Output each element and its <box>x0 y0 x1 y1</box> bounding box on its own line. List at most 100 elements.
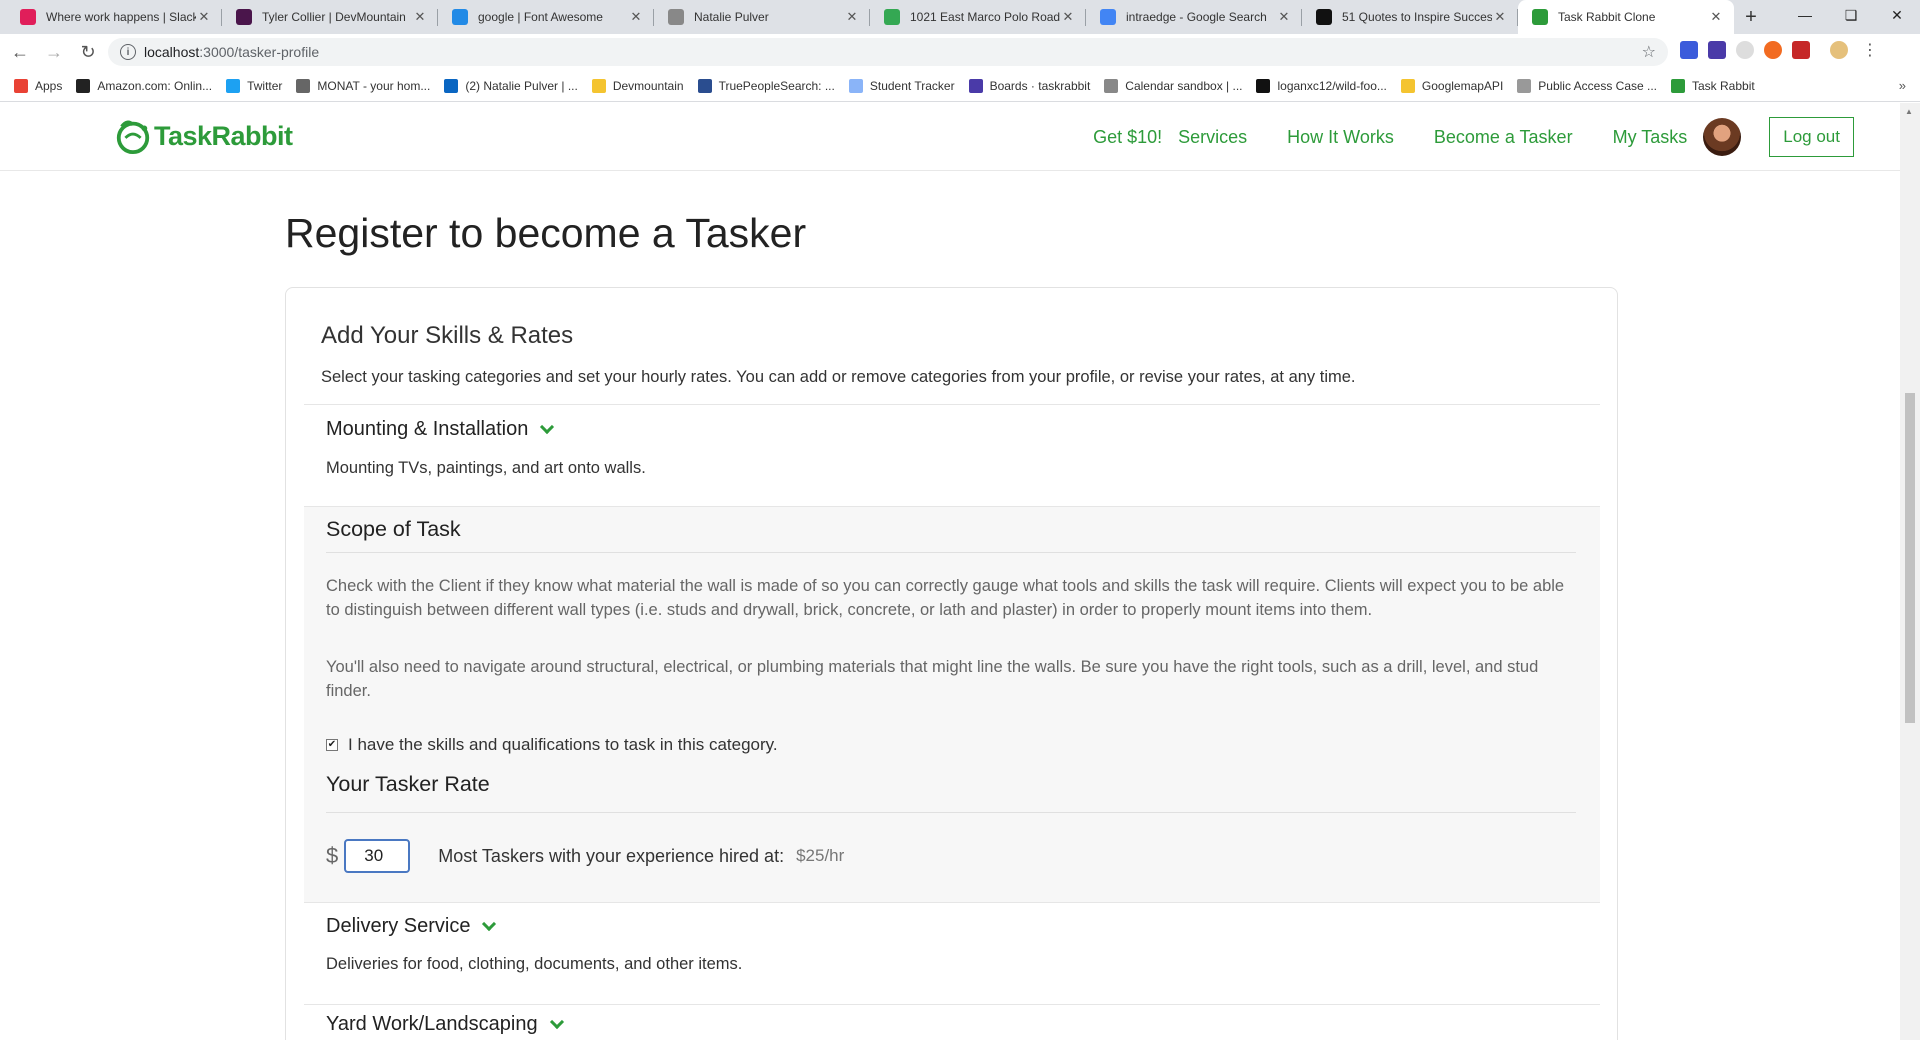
category-title: Delivery Service <box>326 915 471 937</box>
bookmark-item[interactable]: Twitter <box>226 78 282 93</box>
site-header: TaskRabbit Get $10! Services How It Work… <box>0 103 1900 171</box>
checkbox-label: I have the skills and qualifications to … <box>348 735 778 754</box>
bookmark-item[interactable]: Devmountain <box>591 78 684 93</box>
forward-icon[interactable]: → <box>40 38 68 66</box>
bookmark-item[interactable]: Amazon.com: Onlin... <box>76 78 212 93</box>
extension-ghost-icon[interactable] <box>1736 41 1754 59</box>
site-info-icon[interactable]: i <box>120 44 136 60</box>
browser-tab[interactable]: Where work happens | Slack ✕ <box>6 0 222 34</box>
bookmark-item[interactable]: Calendar sandbox | ... <box>1104 78 1242 93</box>
browser-tab[interactable]: Tyler Collier | DevMountain ✕ <box>222 0 438 34</box>
browser-tab[interactable]: Task Rabbit Clone ✕ <box>1518 0 1734 34</box>
rate-row: $ Most Taskers with your experience hire… <box>326 839 844 873</box>
skills-checkbox-row[interactable]: ✔ I have the skills and qualifications t… <box>326 735 778 755</box>
minimize-icon[interactable]: — <box>1782 0 1828 30</box>
bookmark-icon <box>1400 78 1415 93</box>
skills-checkbox[interactable]: ✔ <box>326 739 338 751</box>
page-viewport: TaskRabbit Get $10! Services How It Work… <box>0 103 1900 1040</box>
bookmark-icon <box>76 78 91 93</box>
nav-how-it-works[interactable]: How It Works <box>1287 127 1394 148</box>
menu-icon[interactable]: ⋮ <box>1862 40 1878 60</box>
close-tab-icon[interactable]: ✕ <box>1492 9 1508 25</box>
bookmark-item[interactable]: GooglemapAPI <box>1400 78 1504 93</box>
tab-list: Where work happens | Slack ✕ Tyler Collier… <box>6 0 1734 34</box>
bookmark-item[interactable]: Apps <box>14 78 62 93</box>
logout-button[interactable]: Log out <box>1769 117 1854 157</box>
bookmark-item[interactable]: TruePeopleSearch: ... <box>697 78 835 93</box>
bookmark-label: GooglemapAPI <box>1421 78 1504 93</box>
divider <box>304 404 1600 405</box>
close-tab-icon[interactable]: ✕ <box>1276 9 1292 25</box>
avatar[interactable] <box>1703 118 1742 156</box>
browser-tab[interactable]: google | Font Awesome ✕ <box>438 0 654 34</box>
new-tab-button[interactable]: + <box>1734 0 1768 34</box>
scroll-up-icon[interactable]: ▲ <box>1905 107 1913 116</box>
nav-become-a-tasker[interactable]: Become a Tasker <box>1434 127 1573 148</box>
font-awesome-icon <box>452 9 468 25</box>
close-tab-icon[interactable]: ✕ <box>844 9 860 25</box>
bookmark-label: TruePeopleSearch: ... <box>718 78 835 93</box>
rate-input[interactable] <box>344 839 411 873</box>
currency-symbol: $ <box>326 843 339 868</box>
bookmark-label: Student Tracker <box>869 78 955 93</box>
profile-icon[interactable] <box>1830 41 1848 59</box>
back-icon[interactable]: ← <box>6 38 34 66</box>
bookmark-item[interactable]: Student Tracker <box>848 78 955 93</box>
divider <box>304 1004 1600 1005</box>
extension-z-icon[interactable] <box>1708 41 1726 59</box>
browser-tab[interactable]: 51 Quotes to Inspire Success ✕ <box>1302 0 1518 34</box>
reload-icon[interactable]: ↻ <box>74 38 102 66</box>
bookmark-item[interactable]: Task Rabbit <box>1671 78 1755 93</box>
url-input[interactable]: i localhost:3000/tasker-profile ☆ <box>108 38 1668 66</box>
extension-grid-icon[interactable] <box>1680 41 1698 59</box>
bookmark-item[interactable]: (2) Natalie Pulver | ... <box>444 78 578 93</box>
url-path: :3000/tasker-profile <box>199 44 320 60</box>
category-delivery-service[interactable]: Delivery Service <box>326 915 497 938</box>
scrollbar-thumb[interactable] <box>1905 393 1915 723</box>
rabbit-logo-icon <box>116 120 150 155</box>
bookmark-item[interactable]: Public Access Case ... <box>1517 78 1657 93</box>
extension-red-icon[interactable] <box>1792 41 1810 59</box>
page-title: Register to become a Tasker <box>285 210 807 256</box>
restore-icon[interactable]: ❏ <box>1828 0 1874 30</box>
skills-subtitle: Select your tasking categories and set y… <box>321 368 1356 386</box>
close-tab-icon[interactable]: ✕ <box>628 9 644 25</box>
nav-services[interactable]: Services <box>1178 127 1247 148</box>
skills-card: Add Your Skills & Rates Select your task… <box>285 287 1618 1040</box>
browser-tab[interactable]: Natalie Pulver ✕ <box>654 0 870 34</box>
browser-tab[interactable]: intraedge - Google Search ✕ <box>1086 0 1302 34</box>
bookmark-icon <box>14 78 28 93</box>
bookmark-icon <box>226 78 241 93</box>
scope-panel: Scope of Task Check with the Client if t… <box>304 506 1600 903</box>
bookmark-list: Apps Amazon.com: Onlin... Twitter MONAT - y… <box>0 78 1755 93</box>
extension-orange-icon[interactable] <box>1764 41 1782 59</box>
browser-tab[interactable]: 1021 East Marco Polo Road ✕ <box>870 0 1086 34</box>
close-tab-icon[interactable]: ✕ <box>196 9 212 25</box>
close-window-icon[interactable]: ✕ <box>1874 0 1920 30</box>
close-tab-icon[interactable]: ✕ <box>1708 9 1724 25</box>
bookmarks-overflow-icon[interactable]: » <box>1899 78 1906 93</box>
category-yard-work[interactable]: Yard Work/Landscaping <box>326 1013 564 1036</box>
bookmark-label: Task Rabbit <box>1692 78 1755 93</box>
bookmark-item[interactable]: loganxc12/wild-foo... <box>1256 78 1387 93</box>
google-icon <box>1100 9 1116 25</box>
close-tab-icon[interactable]: ✕ <box>1060 9 1076 25</box>
bookmark-star-icon[interactable]: ☆ <box>1642 42 1656 62</box>
chevron-down-icon[interactable] <box>540 419 555 434</box>
scope-heading: Scope of Task <box>326 517 461 541</box>
rate-heading: Your Tasker Rate <box>326 772 490 796</box>
nav-get-10[interactable]: Get $10! <box>1093 127 1162 148</box>
chevron-down-icon[interactable] <box>549 1014 564 1029</box>
category-mounting-installation[interactable]: Mounting & Installation <box>326 418 555 441</box>
page-scrollbar[interactable]: ▲ <box>1900 103 1920 1040</box>
typical-rate-value: $25/hr <box>796 846 845 865</box>
chevron-down-icon[interactable] <box>482 916 497 931</box>
taskrabbit-logo[interactable]: TaskRabbit <box>114 117 293 155</box>
nav-my-tasks[interactable]: My Tasks <box>1613 127 1688 148</box>
bookmark-item[interactable]: MONAT - your hom... <box>296 78 430 93</box>
bookmark-item[interactable]: Boards · taskrabbit <box>968 78 1090 93</box>
close-tab-icon[interactable]: ✕ <box>412 9 428 25</box>
tab-title: 1021 East Marco Polo Road <box>910 10 1060 24</box>
bookmark-icon <box>697 78 712 93</box>
divider <box>326 552 1576 553</box>
